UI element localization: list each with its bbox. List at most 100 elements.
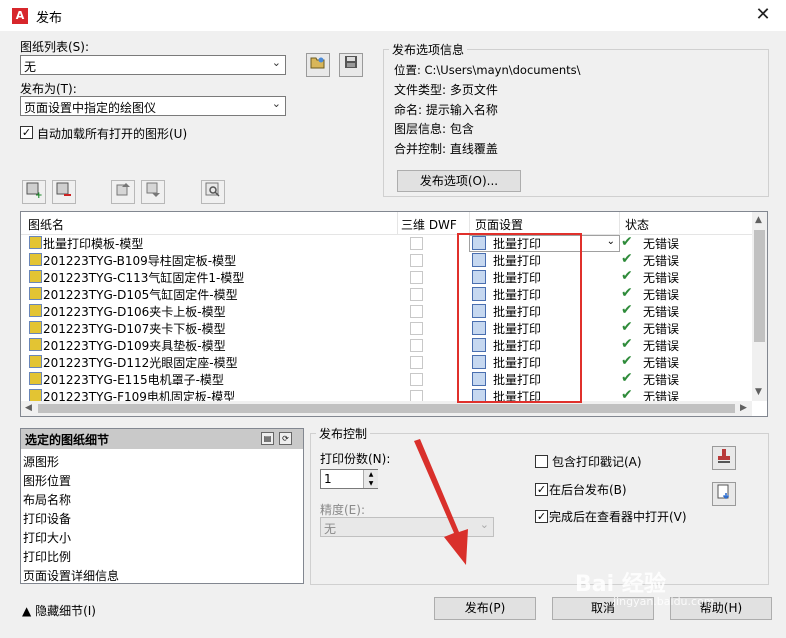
scroll-right-icon[interactable]: ▶ [740, 403, 747, 413]
col-status[interactable]: 状态 [625, 216, 649, 233]
table-row[interactable]: 201223TYG-C113气缸固定件1-模型 批量打印 ✔ 无错误 [21, 268, 752, 286]
col-sheet-name[interactable]: 图纸名 [28, 216, 64, 233]
hide-details-toggle[interactable]: ▲ 隐藏细节(I) [22, 602, 96, 619]
add-sheets-button[interactable]: + [22, 180, 46, 204]
increment-icon[interactable]: ▲ [363, 470, 378, 479]
sheet-icon [29, 338, 42, 351]
page-setup-icon [472, 372, 486, 386]
col-3d-dwf[interactable]: 三维 DWF [401, 216, 457, 233]
copies-value: 1 [324, 472, 332, 486]
precision-value: 无 [324, 522, 337, 536]
page-setup-value: 批量打印 [493, 339, 542, 353]
check-icon: ✔ [621, 268, 633, 284]
page-setup-icon [472, 338, 486, 352]
include-stamp-checkbox[interactable] [535, 455, 548, 468]
scroll-thumb[interactable] [38, 404, 735, 413]
3d-dwf-checkbox[interactable] [410, 373, 423, 386]
3d-dwf-checkbox[interactable] [410, 322, 423, 335]
move-sheet-up-button[interactable] [111, 180, 135, 204]
sheet-details-panel: 选定的图纸细节 ▤ ⟳ 源图形 图形位置 布局名称 打印设备 打印大小 打印比例… [20, 428, 304, 584]
auto-load-checkbox[interactable]: ✓ [20, 126, 33, 139]
details-title: 选定的图纸细节 [25, 433, 110, 447]
save-sheet-list-button[interactable] [339, 53, 363, 77]
refresh-icon[interactable]: ⟳ [279, 432, 292, 445]
check-icon: ✔ [621, 353, 633, 369]
3d-dwf-checkbox[interactable] [410, 356, 423, 369]
horizontal-scrollbar[interactable]: ◀ ▶ [21, 401, 752, 416]
page-setup-value: 批量打印 [493, 237, 542, 251]
scroll-thumb[interactable] [754, 230, 765, 342]
column-divider[interactable] [469, 212, 470, 234]
table-row[interactable]: 201223TYG-E115电机罩子-模型 批量打印 ✔ 无错误 [21, 370, 752, 388]
sheet-list-combo[interactable]: 无 ⌄ [20, 55, 286, 75]
page-setup-value: 批量打印 [493, 254, 542, 268]
check-icon: ✔ [621, 302, 633, 318]
table-row[interactable]: 201223TYG-B109导柱固定板-模型 批量打印 ✔ 无错误 [21, 251, 752, 269]
load-sheet-list-button[interactable] [306, 53, 330, 77]
scroll-down-icon[interactable]: ▼ [755, 387, 762, 397]
title-bar: A 发布 ✕ [0, 0, 786, 31]
chevron-down-icon: ⌄ [606, 236, 615, 247]
remove-sheets-icon [56, 182, 71, 196]
detail-plot-device: 打印设备 [23, 512, 72, 526]
table-row[interactable]: 201223TYG-D112光眼固定座-模型 批量打印 ✔ 无错误 [21, 353, 752, 371]
column-divider[interactable] [619, 212, 620, 234]
status-text: 无错误 [643, 373, 680, 387]
sheet-icon [29, 304, 42, 317]
column-divider[interactable] [397, 212, 398, 234]
page-setup-icon [472, 321, 486, 335]
publish-to-combo[interactable]: 页面设置中指定的绘图仪 ⌄ [20, 96, 286, 116]
publish-button[interactable]: 发布(P) [434, 597, 536, 620]
scroll-left-icon[interactable]: ◀ [25, 403, 32, 413]
sheet-icon [29, 236, 42, 249]
publish-to-label: 发布为(T): [20, 82, 77, 96]
3d-dwf-checkbox[interactable] [410, 254, 423, 267]
move-sheet-down-button[interactable] [141, 180, 165, 204]
table-row[interactable]: 201223TYG-D107夹卡下板-模型 批量打印 ✔ 无错误 [21, 319, 752, 337]
table-row[interactable]: 201223TYG-D109夹具垫板-模型 批量打印 ✔ 无错误 [21, 336, 752, 354]
baidu-watermark-url: jingyan.baidu.com [613, 595, 715, 608]
vertical-scrollbar[interactable]: ▲ ▼ [752, 212, 767, 401]
decrement-icon[interactable]: ▼ [363, 479, 378, 488]
sheet-list-label: 图纸列表(S): [20, 40, 90, 54]
status-text: 无错误 [643, 356, 680, 370]
open-viewer-checkbox[interactable]: ✓ [535, 510, 548, 523]
scroll-up-icon[interactable]: ▲ [755, 215, 762, 225]
detail-layout-name: 布局名称 [23, 493, 72, 507]
triangle-up-icon: ▲ [22, 604, 32, 618]
table-row[interactable]: 批量打印模板-模型 ⌄ 批量打印 ✔ 无错误 [21, 234, 752, 252]
background-publish-checkbox[interactable]: ✓ [535, 483, 548, 496]
3d-dwf-checkbox[interactable] [410, 271, 423, 284]
info-file-type: 文件类型: 多页文件 [394, 83, 498, 97]
table-row[interactable]: 201223TYG-D105气缸固定件-模型 批量打印 ✔ 无错误 [21, 285, 752, 303]
publish-to-value: 页面设置中指定的绘图仪 [24, 101, 157, 115]
3d-dwf-checkbox[interactable] [410, 305, 423, 318]
baidu-watermark: Bai 经验 [575, 572, 666, 597]
sheet-icon [29, 253, 42, 266]
check-icon: ✔ [621, 234, 633, 250]
table-row[interactable]: 201223TYG-D106夹卡上板-模型 批量打印 ✔ 无错误 [21, 302, 752, 320]
status-text: 无错误 [643, 322, 680, 336]
check-icon: ✔ [621, 336, 633, 352]
auto-load-label: 自动加载所有打开的图形(U) [37, 127, 188, 141]
details-header: 选定的图纸细节 ▤ ⟳ [21, 429, 303, 449]
stamp-settings-button[interactable] [712, 446, 736, 470]
publish-options-button[interactable]: 发布选项(O)... [397, 170, 521, 192]
3d-dwf-checkbox[interactable] [410, 237, 423, 250]
3d-dwf-checkbox[interactable] [410, 339, 423, 352]
sheet-table: 图纸名 三维 DWF 页面设置 状态 批量打印模板-模型 ⌄ 批量打印 ✔ 无错… [20, 211, 768, 417]
page-setup-combo[interactable]: ⌄ [469, 235, 620, 252]
save-icon [345, 56, 357, 68]
preview-button[interactable] [201, 180, 225, 204]
3d-dwf-checkbox[interactable] [410, 288, 423, 301]
page-setup-value: 批量打印 [493, 356, 542, 370]
copy-icon[interactable]: ▤ [261, 432, 274, 445]
copies-stepper[interactable]: 1 ▲ ▼ [320, 469, 378, 489]
export-button[interactable] [712, 482, 736, 506]
table-header: 图纸名 三维 DWF 页面设置 状态 [21, 212, 752, 235]
check-icon: ✔ [621, 370, 633, 386]
remove-sheets-button[interactable] [52, 180, 76, 204]
document-download-icon [717, 484, 730, 500]
col-page-setup[interactable]: 页面设置 [475, 216, 523, 233]
close-button[interactable]: ✕ [748, 1, 778, 29]
